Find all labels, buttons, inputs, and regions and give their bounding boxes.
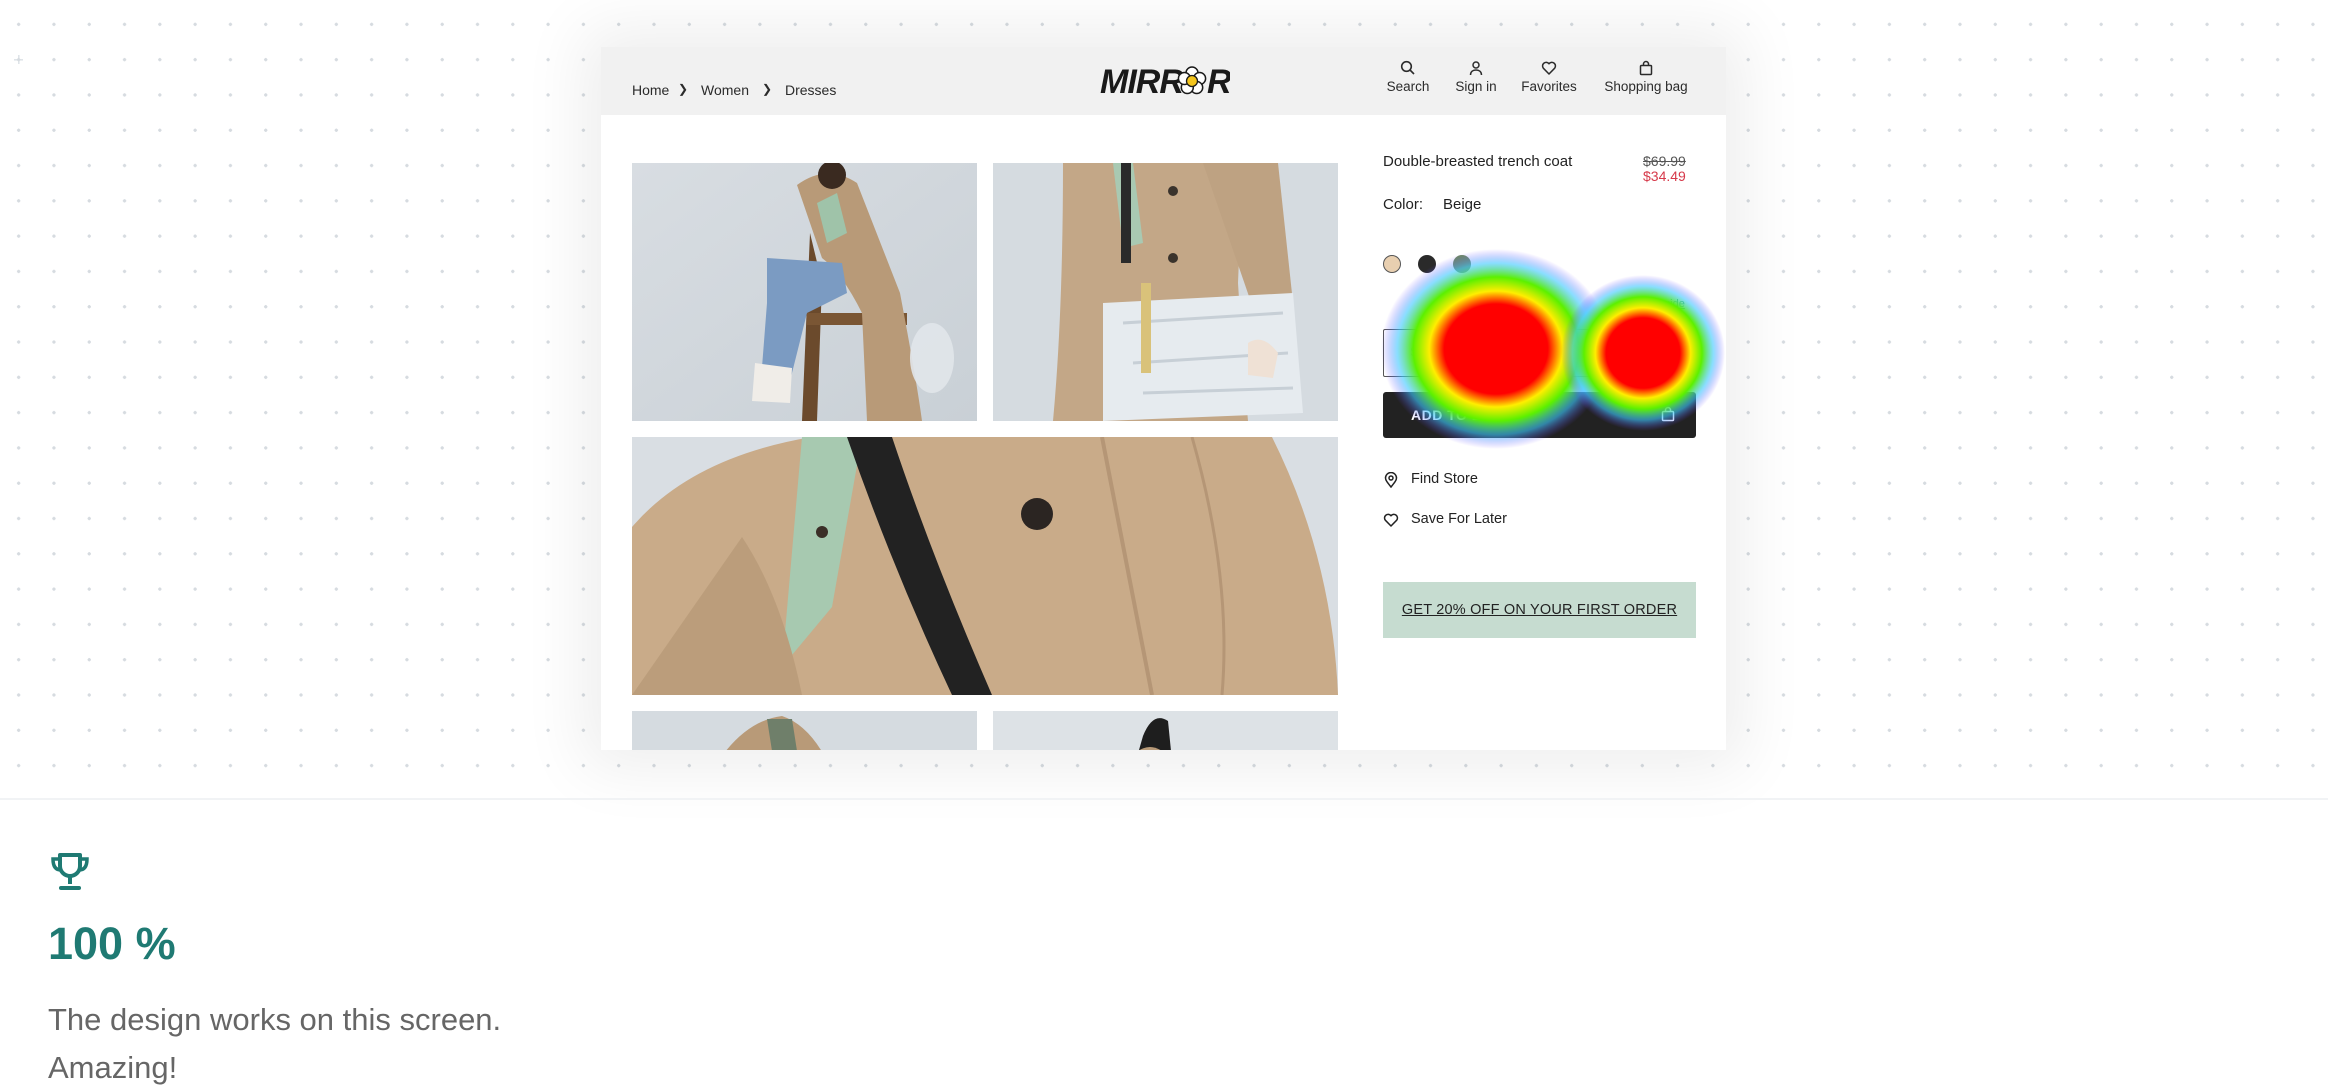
heart-icon xyxy=(1383,513,1399,527)
site-header: Home ❯ Women ❯ Dresses MIRR R Search Sig… xyxy=(601,47,1726,115)
nav-shopping-bag-label: Shopping bag xyxy=(1604,79,1688,94)
color-value: Beige xyxy=(1443,196,1482,213)
save-for-later-label: Save For Later xyxy=(1411,511,1507,527)
bag-icon xyxy=(1639,60,1653,76)
search-icon xyxy=(1400,60,1415,75)
product-photo-detail-image xyxy=(632,437,1338,695)
nav-favorites-label: Favorites xyxy=(1521,79,1577,94)
add-to-bag-label: ADD TO BAG xyxy=(1411,407,1505,423)
nav-shopping-bag[interactable]: Shopping bag xyxy=(1598,60,1694,94)
brand-logo[interactable]: MIRR R xyxy=(1100,61,1230,101)
size-select[interactable]: S xyxy=(1383,329,1696,377)
size-select-placeholder: S xyxy=(1410,344,1419,359)
score-value: 100 % xyxy=(48,918,176,969)
trophy-icon xyxy=(51,853,89,890)
add-to-bag-button[interactable]: ADD TO BAG xyxy=(1383,392,1696,438)
nav-search-label: Search xyxy=(1386,79,1430,94)
breadcrumb-dresses[interactable]: Dresses xyxy=(785,82,836,98)
find-store-label: Find Store xyxy=(1411,471,1478,487)
promo-banner-label: GET 20% OFF ON YOUR FIRST ORDER xyxy=(1401,602,1678,618)
breadcrumb-home[interactable]: Home xyxy=(632,82,669,98)
result-message: The design works on this screen. Amazing… xyxy=(48,1002,502,1085)
product-photo-bag-image xyxy=(993,163,1338,421)
product-photo-seated[interactable] xyxy=(632,163,977,421)
breadcrumb-separator: ❯ xyxy=(678,82,689,96)
original-price: $69.99 xyxy=(1643,153,1686,169)
nav-sign-in-label: Sign in xyxy=(1455,79,1497,94)
product-photo-partial-right-image xyxy=(993,711,1338,750)
heart-icon xyxy=(1541,61,1557,75)
color-label: Color: xyxy=(1383,196,1424,213)
location-pin-icon xyxy=(1384,472,1398,488)
product-photo-bag[interactable] xyxy=(993,163,1338,421)
sale-price: $34.49 xyxy=(1643,168,1686,184)
dotted-canvas: Home ❯ Women ❯ Dresses MIRR R Search Sig… xyxy=(0,0,2328,798)
breadcrumb-separator: ❯ xyxy=(762,82,773,96)
swatch-green[interactable] xyxy=(1453,255,1471,273)
nav-search[interactable]: Search xyxy=(1382,60,1434,94)
product-photo-partial-right[interactable] xyxy=(993,711,1338,750)
bag-icon xyxy=(1661,406,1675,422)
nav-sign-in[interactable]: Sign in xyxy=(1450,60,1502,94)
product-photo-partial-left-image xyxy=(632,711,977,750)
swatch-black[interactable] xyxy=(1418,255,1436,273)
promo-banner[interactable]: GET 20% OFF ON YOUR FIRST ORDER xyxy=(1383,582,1696,638)
breadcrumb-women[interactable]: Women xyxy=(701,82,749,98)
nav-favorites[interactable]: Favorites xyxy=(1517,60,1581,94)
product-photo-detail[interactable] xyxy=(632,437,1338,695)
product-photo-seated-image xyxy=(632,163,977,421)
section-divider xyxy=(0,798,2328,800)
design-preview: Home ❯ Women ❯ Dresses MIRR R Search Sig… xyxy=(601,47,1726,750)
product-title: Double-breasted trench coat xyxy=(1383,153,1573,170)
size-guide-link[interactable]: Size Guide xyxy=(1631,298,1685,310)
svg-text:MIRR: MIRR xyxy=(1100,63,1184,101)
product-photo-partial-left[interactable] xyxy=(632,711,977,750)
user-icon xyxy=(1469,61,1483,76)
svg-text:R: R xyxy=(1207,63,1230,101)
swatch-beige[interactable] xyxy=(1383,255,1401,273)
